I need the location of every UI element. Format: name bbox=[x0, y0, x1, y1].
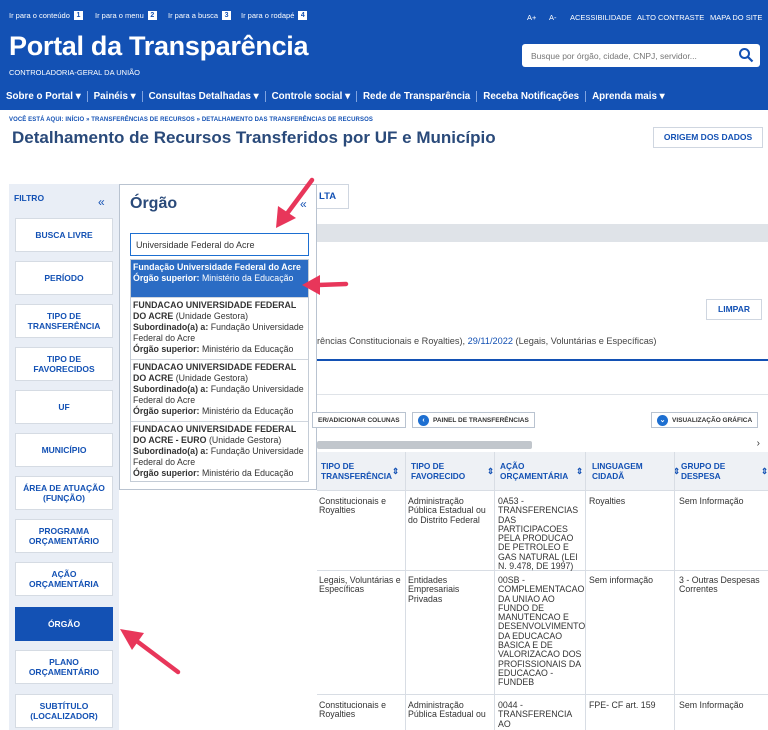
table-cell: Constitucionais e Royalties bbox=[319, 700, 386, 720]
scrollbar-thumb[interactable] bbox=[317, 441, 532, 449]
orgao-option[interactable]: FUNDACAO UNIVERSIDADE FEDERAL DO ACRE - … bbox=[131, 422, 308, 482]
nav-controle-social[interactable]: Controle social ▾ bbox=[266, 91, 357, 102]
collapse-filter-icon[interactable]: « bbox=[98, 195, 105, 209]
main-nav: Sobre o Portal ▾ Painéis ▾ Consultas Det… bbox=[0, 86, 768, 107]
column-acao-orcamentaria[interactable]: AÇÃO ORÇAMENTÁRIA ⇕ bbox=[498, 452, 583, 490]
table-cell: Sem informação bbox=[589, 575, 654, 585]
scroll-right-icon[interactable]: › bbox=[757, 438, 760, 449]
column-linguagem-cidada[interactable]: LINGUAGEM CIDADÃ ⇕ bbox=[590, 452, 680, 490]
chevron-down-icon: ⌄ bbox=[657, 414, 668, 426]
filter-uf[interactable]: UF bbox=[15, 390, 113, 424]
table-cell: Sem Informação bbox=[679, 496, 744, 506]
column-tipo-transferencia[interactable]: TIPO DE TRANSFERÊNCIA ⇕ bbox=[319, 452, 399, 490]
limpar-button[interactable]: LIMPAR bbox=[706, 299, 762, 320]
nav-aprenda-mais[interactable]: Aprenda mais ▾ bbox=[586, 91, 670, 102]
filter-area-atuacao[interactable]: ÁREA DE ATUAÇÃO (FUNÇÃO) bbox=[15, 476, 113, 510]
orgao-search-input[interactable] bbox=[130, 233, 309, 256]
origem-dos-dados-button[interactable]: ORIGEM DOS DADOS bbox=[653, 127, 763, 148]
font-decrease-link[interactable]: A- bbox=[549, 13, 557, 22]
skip-link-search[interactable]: Ir para a busca 3 bbox=[168, 11, 232, 20]
skip-link-menu[interactable]: Ir para o menu 2 bbox=[95, 11, 157, 20]
filter-orgao[interactable]: ÓRGÃO bbox=[15, 607, 113, 641]
orgao-filter-panel: Órgão « Fundação Universidade Federal do… bbox=[119, 184, 317, 490]
table-cell: 00SB - COMPLEMENTACAO DA UNIAO AO FUNDO … bbox=[498, 575, 586, 688]
table-cell: 0A53 - TRANSFERENCIAS DAS PARTICIPACOES … bbox=[498, 496, 579, 572]
consulta-tab-button[interactable]: LTA bbox=[317, 184, 349, 209]
orgao-option[interactable]: FUNDACAO UNIVERSIDADE FEDERAL DO ACRE (U… bbox=[131, 298, 308, 360]
table-cell: Sem Informação bbox=[679, 700, 744, 710]
table-cell: Royalties bbox=[589, 496, 626, 506]
site-search bbox=[522, 44, 760, 67]
accessibility-link[interactable]: ACESSIBILIDADE bbox=[570, 13, 632, 22]
table-cell: 0044 - TRANSFERENCIA AO bbox=[498, 700, 572, 729]
filter-busca-livre[interactable]: BUSCA LIVRE bbox=[15, 218, 113, 252]
filter-acao-orcamentaria[interactable]: AÇÃO ORÇAMENTÁRIA bbox=[15, 562, 113, 596]
table-cell: FPE- CF art. 159 bbox=[589, 700, 656, 710]
column-tipo-favorecido[interactable]: TIPO DE FAVORECIDO ⇕ bbox=[409, 452, 494, 490]
table-cell: Legais, Voluntárias e Específicas bbox=[319, 575, 401, 595]
site-organization: CONTROLADORIA-GERAL DA UNIÃO bbox=[9, 68, 140, 77]
nav-receba-notificacoes[interactable]: Receba Notificações bbox=[477, 91, 587, 102]
nav-paineis[interactable]: Painéis ▾ bbox=[88, 91, 143, 102]
skip-link-footer[interactable]: Ir para o rodapé 4 bbox=[241, 11, 308, 20]
breadcrumb: VOCÊ ESTÁ AQUI: INÍCIO » TRANSFERÊNCIAS … bbox=[9, 117, 373, 123]
section-divider bbox=[317, 359, 768, 361]
chevron-left-icon: ‹ bbox=[418, 414, 429, 426]
filter-periodo[interactable]: PERÍODO bbox=[15, 261, 113, 295]
table-cell: Entidades Empresariais Privadas bbox=[408, 575, 460, 604]
annotation-arrow-icon bbox=[120, 629, 181, 675]
painel-transferencias-button[interactable]: ‹ PAINEL DE TRANSFERÊNCIAS bbox=[412, 412, 535, 428]
criteria-date-link[interactable]: 29/11/2022 bbox=[468, 336, 513, 346]
orgao-suggestions-dropdown: Fundação Universidade Federal do Acre Ór… bbox=[130, 259, 309, 482]
sitemap-link[interactable]: MAPA DO SITE bbox=[710, 13, 762, 22]
table-cell: Administração Pública Estadual ou do Dis… bbox=[408, 496, 486, 525]
skip-link-content[interactable]: Ir para o conteúdo 1 bbox=[9, 11, 83, 20]
applied-filters-text: rências Constitucionais e Royalties), 29… bbox=[317, 336, 657, 346]
orgao-option[interactable]: FUNDACAO UNIVERSIDADE FEDERAL DO ACRE (U… bbox=[131, 360, 308, 422]
page-title: Detalhamento de Recursos Transferidos po… bbox=[12, 128, 496, 147]
filter-title: FILTRO bbox=[14, 193, 45, 203]
visualizacao-grafica-button[interactable]: ⌄ VISUALIZAÇÃO GRÁFICA bbox=[651, 412, 759, 428]
search-icon[interactable] bbox=[738, 47, 754, 63]
filter-tipo-transferencia[interactable]: TIPO DE TRANSFERÊNCIA bbox=[15, 304, 113, 338]
section-bar bbox=[317, 224, 768, 242]
column-grupo-despesa[interactable]: GRUPO DE DESPESA ⇕ bbox=[679, 452, 768, 490]
table-cell: Constitucionais e Royalties bbox=[319, 496, 386, 516]
filter-municipio[interactable]: MUNICÍPIO bbox=[15, 433, 113, 467]
horizontal-scrollbar[interactable]: › bbox=[317, 438, 768, 450]
nav-consultas-detalhadas[interactable]: Consultas Detalhadas ▾ bbox=[143, 91, 266, 102]
filter-panel: FILTRO « BUSCA LIVRE PERÍODO TIPO DE TRA… bbox=[9, 184, 119, 730]
table-cell: Administração Pública Estadual ou bbox=[408, 700, 486, 720]
search-input[interactable] bbox=[522, 44, 732, 67]
collapse-orgao-icon[interactable]: « bbox=[300, 197, 307, 211]
filter-subtitulo[interactable]: SUBTÍTULO (LOCALIZADOR) bbox=[15, 694, 113, 728]
nav-sobre-o-portal[interactable]: Sobre o Portal ▾ bbox=[0, 91, 88, 102]
site-header: Ir para o conteúdo 1 Ir para o menu 2 Ir p… bbox=[0, 0, 768, 110]
orgao-panel-title: Órgão bbox=[130, 195, 178, 212]
high-contrast-link[interactable]: ALTO CONTRASTE bbox=[637, 13, 704, 22]
orgao-option[interactable]: Fundação Universidade Federal do Acre Ór… bbox=[131, 260, 308, 298]
filter-programa-orcamentario[interactable]: PROGRAMA ORÇAMENTÁRIO bbox=[15, 519, 113, 553]
add-columns-button[interactable]: ER/ADICIONAR COLUNAS bbox=[312, 412, 406, 428]
table-cell: 3 - Outras Despesas Correntes bbox=[679, 575, 760, 595]
filter-tipo-favorecidos[interactable]: TIPO DE FAVORECIDOS bbox=[15, 347, 113, 381]
section-divider-light bbox=[317, 394, 768, 395]
nav-rede-de-transparencia[interactable]: Rede de Transparência bbox=[357, 91, 478, 102]
results-area: LTA LIMPAR rências Constitucionais e Roy… bbox=[312, 184, 768, 730]
filter-plano-orcamentario[interactable]: PLANO ORÇAMENTÁRIO bbox=[15, 650, 113, 684]
site-title[interactable]: Portal da Transparência bbox=[9, 31, 309, 62]
font-increase-link[interactable]: A+ bbox=[527, 13, 536, 22]
